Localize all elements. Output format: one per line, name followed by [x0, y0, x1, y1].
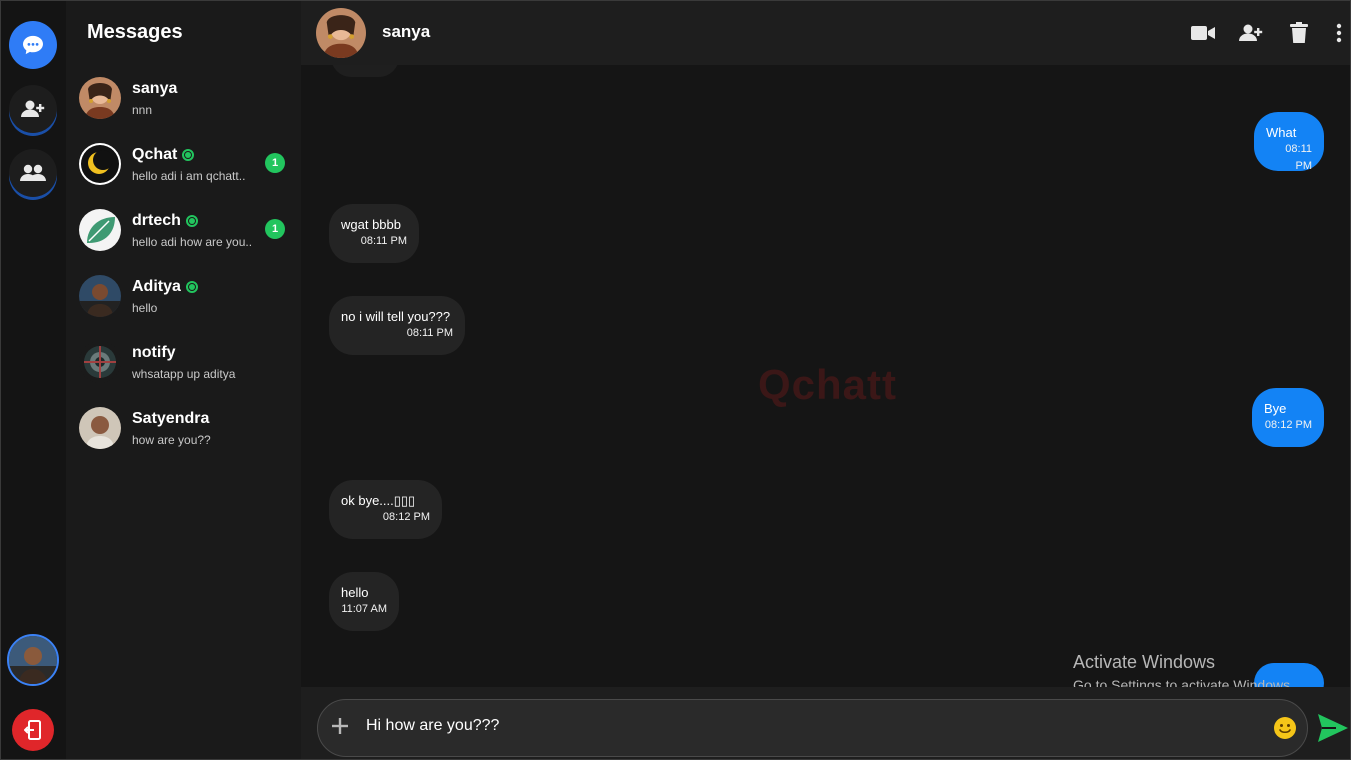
message-time: 08:11 PM: [1285, 143, 1312, 172]
messages-nav-button[interactable]: [9, 21, 57, 69]
chat-panel: Qchatt What 08:11 PM wgat bbbb 08:11 PM …: [301, 1, 1350, 759]
users-group-icon: [20, 164, 46, 181]
user-plus-icon: [21, 100, 45, 117]
message-text: What: [1266, 125, 1297, 140]
chat-header: sanya: [301, 1, 1350, 65]
conversation-name: drtech: [132, 212, 198, 230]
message-outgoing: What 08:11 PM: [1254, 112, 1324, 172]
avatar: [79, 77, 121, 119]
message-incoming: ok bye....▯▯▯ 08:12 PM: [329, 480, 442, 539]
unread-badge: 1: [265, 153, 285, 173]
chat-bubble-icon: [23, 35, 43, 55]
conversation-preview: how are you??: [132, 433, 211, 447]
conversation-name: Satyendra: [132, 410, 210, 427]
conversation-item-notify[interactable]: notify whsatapp up aditya: [66, 341, 301, 401]
more-vertical-icon: [1336, 23, 1342, 43]
sidebar-title: Messages: [87, 21, 183, 43]
conversation-item-satyendra[interactable]: Satyendra how are you??: [66, 407, 301, 467]
add-member-button[interactable]: [1238, 21, 1264, 45]
message-composer: [317, 699, 1308, 757]
conversation-preview: hello adi i am qchatt..: [132, 169, 246, 183]
message-outgoing: Bye 08:12 PM: [1252, 388, 1324, 447]
trash-icon: [1290, 22, 1308, 43]
message-time: 08:11 PM: [360, 235, 407, 247]
message-text: no i will tell you???: [341, 309, 451, 324]
message-time: 08:12 PM: [1264, 419, 1312, 431]
message-text: Bye: [1264, 401, 1287, 416]
conversation-name: Aditya: [132, 278, 198, 296]
conversation-item-qchat[interactable]: Qchat hello adi i am qchatt.. 1: [66, 143, 301, 203]
send-button[interactable]: [1317, 713, 1349, 743]
unread-badge: 1: [265, 219, 285, 239]
conversation-item-sanya[interactable]: sanya nnn: [66, 77, 301, 137]
video-call-button[interactable]: [1190, 21, 1216, 45]
emoji-button[interactable]: [1273, 716, 1297, 740]
message-text: ok bye....▯▯▯: [341, 493, 416, 508]
message-incoming: hello 11:07 AM: [329, 572, 399, 631]
message-text: hello: [341, 585, 369, 600]
message-time: 08:11 PM: [406, 327, 453, 339]
conversation-preview: nnn: [132, 103, 153, 117]
app-watermark: Qchatt: [758, 361, 898, 408]
attach-button[interactable]: [328, 714, 352, 738]
conversation-preview: hello adi how are you..: [132, 235, 253, 249]
groups-nav-button[interactable]: [9, 149, 57, 197]
avatar: [79, 341, 121, 383]
contact-name: sanya: [382, 22, 431, 41]
send-arrow-icon: [1318, 714, 1348, 742]
app-window: Messages sanya nnn Qchat hello adi i am …: [0, 0, 1351, 760]
logout-icon: [24, 720, 41, 740]
conversation-preview: whsatapp up aditya: [132, 367, 236, 381]
nav-rail: [1, 1, 66, 759]
message-text: wgat bbbb: [341, 217, 401, 232]
conversation-item-drtech[interactable]: drtech hello adi how are you.. 1: [66, 209, 301, 269]
conversation-item-aditya[interactable]: Aditya hello: [66, 275, 301, 335]
add-friend-nav-button[interactable]: [9, 85, 57, 133]
avatar: [79, 407, 121, 449]
more-options-button[interactable]: [1326, 21, 1350, 45]
logout-button[interactable]: [12, 709, 54, 751]
conversation-list: Messages sanya nnn Qchat hello adi i am …: [66, 1, 301, 759]
conversation-name: Qchat: [132, 146, 195, 164]
conversation-preview: hello: [132, 301, 158, 315]
avatar: [79, 275, 121, 317]
contact-avatar[interactable]: [316, 8, 366, 58]
avatar: [79, 143, 121, 185]
activation-title: Activate Windows: [1073, 652, 1216, 672]
delete-chat-button[interactable]: [1286, 21, 1312, 45]
conversation-name: notify: [132, 344, 176, 361]
plus-icon: [332, 718, 348, 734]
online-indicator-icon: [182, 149, 195, 161]
conversation-name: sanya: [132, 80, 178, 97]
smiley-face-icon: [1274, 717, 1296, 739]
video-camera-icon: [1191, 26, 1215, 40]
profile-avatar[interactable]: [7, 634, 59, 686]
avatar: [79, 209, 121, 251]
message-input[interactable]: [366, 717, 1246, 735]
message-incoming: wgat bbbb 08:11 PM: [329, 204, 419, 263]
online-indicator-icon: [185, 215, 198, 227]
online-indicator-icon: [185, 281, 198, 293]
message-time: 11:07 AM: [341, 603, 387, 615]
user-plus-icon: [1239, 24, 1263, 41]
message-time: 08:12 PM: [382, 511, 430, 523]
message-incoming: no i will tell you??? 08:11 PM: [329, 296, 465, 355]
